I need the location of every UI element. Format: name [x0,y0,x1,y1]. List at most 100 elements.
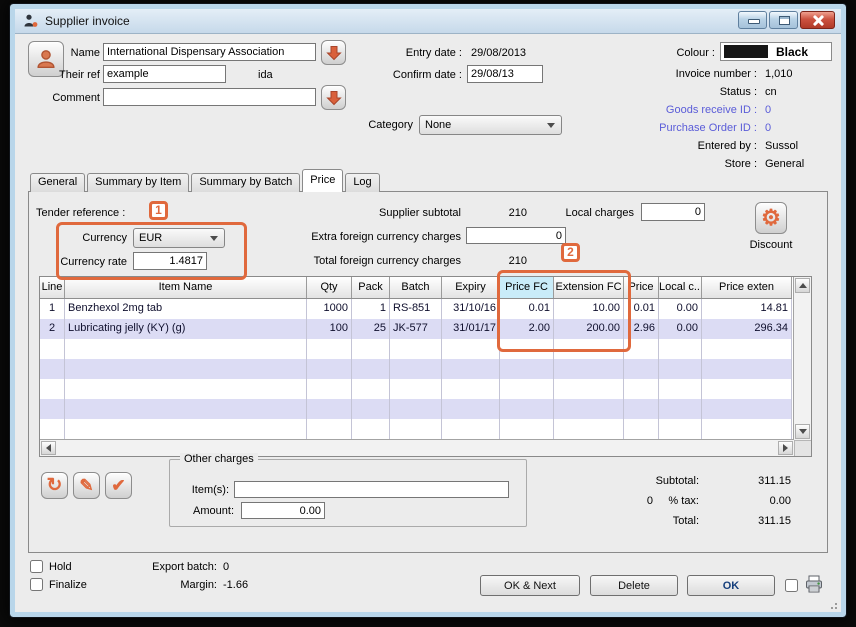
cell[interactable]: 1000 [307,299,352,319]
print-checkbox[interactable] [785,579,798,592]
cell[interactable]: 296.34 [702,319,792,339]
ok-button[interactable]: OK [687,575,775,596]
cell[interactable]: 0.01 [500,299,554,319]
currency-dropdown[interactable]: EUR [133,228,225,248]
status-label: Status : [557,86,757,98]
delete-button[interactable]: Delete [590,575,678,596]
confirm-date-input[interactable] [467,65,543,83]
cell[interactable]: 2.00 [500,319,554,339]
cell[interactable]: Lubricating jelly (KY) (g) [65,319,307,339]
cell[interactable]: 100 [307,319,352,339]
tab-log[interactable]: Log [345,173,379,192]
vertical-scrollbar[interactable] [793,277,811,440]
cell[interactable]: 31/01/17 [442,319,500,339]
comment-expand-button[interactable] [321,85,346,110]
goods-receive-id-value[interactable]: 0 [765,104,771,116]
tax-rate-value[interactable]: 0 [627,495,653,507]
resize-grip[interactable] [827,599,837,609]
table-row-1[interactable]: 1Benzhexol 2mg tab10001RS-85131/10/160.0… [40,299,792,319]
minimize-button[interactable] [738,11,767,29]
close-button[interactable] [800,11,835,29]
column-header-extension-fc[interactable]: Extension FC [554,277,624,298]
cell [352,339,390,359]
edit-note-button[interactable]: ✎ [73,472,100,499]
tab-price[interactable]: Price [302,169,343,192]
cell [702,399,792,419]
cell[interactable]: 31/10/16 [442,299,500,319]
cell [442,359,500,379]
column-header-local-c-[interactable]: Local c... [659,277,702,298]
cell[interactable]: 2.96 [624,319,659,339]
goods-receive-id-label[interactable]: Goods receive ID : [557,104,757,116]
horizontal-scrollbar[interactable] [40,439,794,456]
column-header-expiry[interactable]: Expiry [442,277,500,298]
cell[interactable]: Benzhexol 2mg tab [65,299,307,319]
column-header-price-exten[interactable]: Price exten [702,277,792,298]
other-charges-amount-input[interactable] [241,502,325,519]
discount-button[interactable]: ⚙ [755,202,787,234]
scroll-left-button[interactable] [41,441,56,455]
name-input[interactable] [103,43,316,61]
supplier-code: ida [258,69,273,81]
cell[interactable]: JK-577 [390,319,442,339]
tab-general[interactable]: General [30,173,85,192]
table-row-2[interactable]: 2Lubricating jelly (KY) (g)10025JK-57731… [40,319,792,339]
confirm-button[interactable]: ✔ [105,472,132,499]
ok-next-button[interactable]: OK & Next [480,575,580,596]
cell [500,339,554,359]
scroll-right-button[interactable] [778,441,793,455]
currency-rate-input[interactable] [133,252,207,270]
cell[interactable]: RS-851 [390,299,442,319]
column-header-item-name[interactable]: Item Name [65,277,307,298]
total-value: 311.15 [701,515,791,527]
check-icon: ✔ [111,477,125,494]
comment-input[interactable] [103,88,316,106]
tax-value: 0.00 [701,495,791,507]
store-label: Store : [557,158,757,170]
cell[interactable]: 0.00 [659,319,702,339]
category-dropdown[interactable]: None [419,115,562,135]
cell[interactable]: 1 [352,299,390,319]
cell[interactable]: 0.01 [624,299,659,319]
cell [65,419,307,439]
maximize-icon [779,16,790,25]
cell[interactable]: 2 [40,319,65,339]
purchase-order-id-value[interactable]: 0 [765,122,771,134]
cell[interactable]: 25 [352,319,390,339]
scroll-down-button[interactable] [795,424,810,439]
window-controls [738,11,835,29]
cell[interactable]: 200.00 [554,319,624,339]
cell[interactable]: 1 [40,299,65,319]
column-header-pack[interactable]: Pack [352,277,390,298]
local-charges-input[interactable] [641,203,705,221]
other-charges-items-input[interactable] [234,481,509,498]
entry-date-value: 29/08/2013 [471,47,526,59]
column-header-batch[interactable]: Batch [390,277,442,298]
column-header-line[interactable]: Line [40,277,65,298]
tab-summary-by-item[interactable]: Summary by Item [87,173,189,192]
refresh-lines-button[interactable]: ↻ [41,472,68,499]
printer-icon[interactable] [804,574,824,599]
window-titlebar[interactable]: Supplier invoice [15,9,841,33]
tab-summary-by-batch[interactable]: Summary by Batch [191,173,300,192]
cell[interactable]: 0.00 [659,299,702,319]
purchase-order-id-label[interactable]: Purchase Order ID : [557,122,757,134]
column-header-price[interactable]: Price [624,277,659,298]
scroll-up-button[interactable] [795,278,810,293]
cell[interactable]: 14.81 [702,299,792,319]
maximize-button[interactable] [769,11,798,29]
cell [702,359,792,379]
cell[interactable]: 10.00 [554,299,624,319]
cell [500,399,554,419]
their-ref-input[interactable] [103,65,226,83]
cell [40,419,65,439]
finalize-checkbox[interactable] [30,578,43,591]
column-header-price-fc[interactable]: Price FC [500,277,554,298]
hold-checkbox[interactable] [30,560,43,573]
colour-button[interactable]: Black [720,42,832,61]
table-header-row: LineItem NameQtyPackBatchExpiryPrice FCE… [40,277,792,299]
extra-fc-charges-input[interactable] [466,227,566,244]
cell [500,379,554,399]
subtotal-value: 311.15 [701,475,791,487]
column-header-qty[interactable]: Qty [307,277,352,298]
